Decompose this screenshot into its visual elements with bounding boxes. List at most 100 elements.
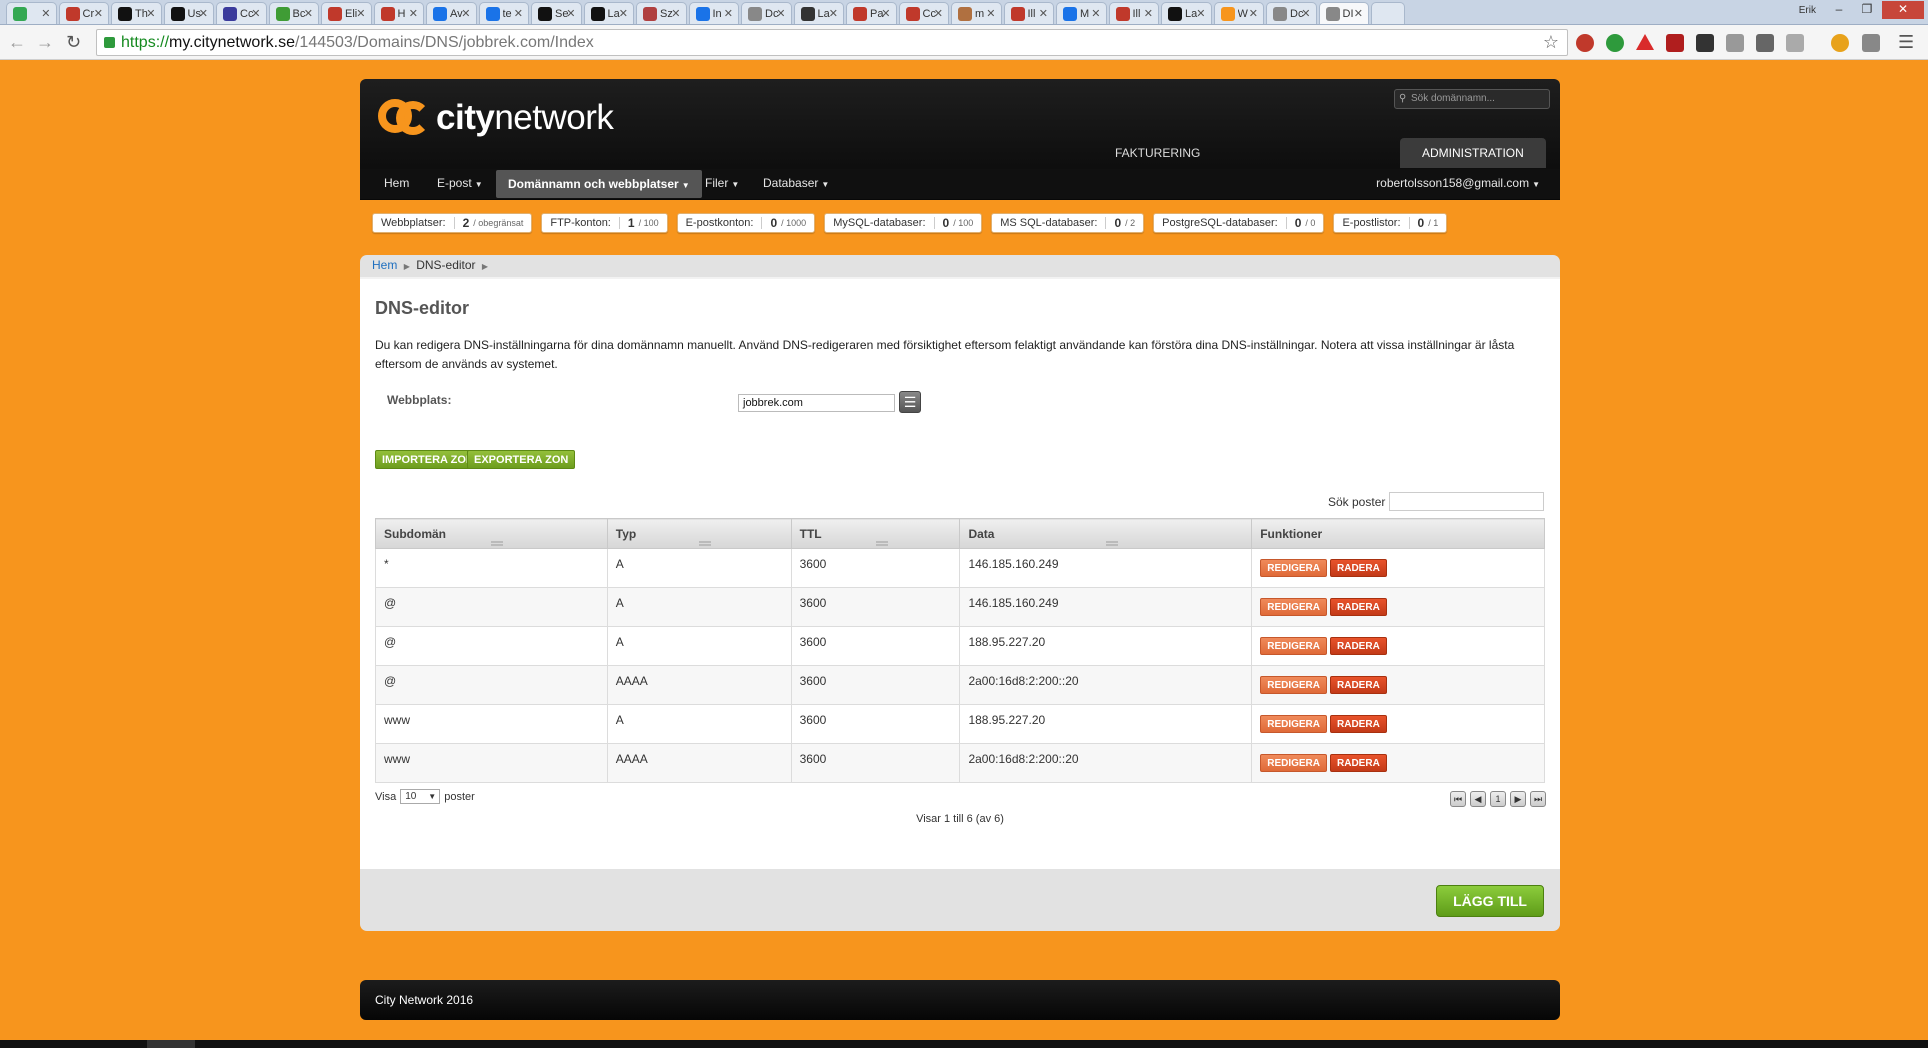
browser-tab[interactable]: ✕ bbox=[6, 2, 57, 24]
close-tab-icon[interactable]: ✕ bbox=[986, 7, 995, 20]
address-bar[interactable]: https://my.citynetwork.se/144503/Domains… bbox=[96, 29, 1568, 56]
delete-button[interactable]: RADERA bbox=[1330, 715, 1387, 733]
close-tab-icon[interactable]: ✕ bbox=[1196, 7, 1205, 20]
browser-tab[interactable]: Se ✕ bbox=[531, 2, 582, 24]
delete-button[interactable]: RADERA bbox=[1330, 598, 1387, 616]
close-tab-icon[interactable]: ✕ bbox=[514, 7, 523, 20]
extension-disguise-icon[interactable] bbox=[1696, 34, 1714, 52]
browser-tab[interactable]: te ✕ bbox=[478, 2, 529, 24]
browser-tab[interactable]: La ✕ bbox=[583, 2, 634, 24]
browser-tab[interactable]: Dc ✕ bbox=[1266, 2, 1317, 24]
browser-tab[interactable]: Cr ✕ bbox=[58, 2, 109, 24]
extension-opera-icon[interactable] bbox=[1576, 34, 1594, 52]
edit-button[interactable]: REDIGERA bbox=[1260, 637, 1328, 655]
delete-button[interactable]: RADERA bbox=[1330, 559, 1387, 577]
extension-keyboard-icon[interactable] bbox=[1726, 34, 1744, 52]
tab-billing[interactable]: FAKTURERING bbox=[1093, 138, 1222, 168]
close-tab-icon[interactable]: ✕ bbox=[41, 7, 50, 20]
search-records-input[interactable] bbox=[1389, 492, 1544, 511]
extension-pdf-icon[interactable] bbox=[1666, 34, 1684, 52]
close-tab-icon[interactable]: ✕ bbox=[829, 7, 838, 20]
browser-tab[interactable]: Ill ✕ bbox=[1108, 2, 1159, 24]
previous-page-icon[interactable]: ◀ bbox=[1470, 791, 1486, 807]
browser-tab[interactable]: W ✕ bbox=[1213, 2, 1264, 24]
edit-button[interactable]: REDIGERA bbox=[1260, 715, 1328, 733]
page-length-select[interactable]: 10 ▼ bbox=[400, 789, 441, 804]
extension-orange-icon[interactable] bbox=[1831, 34, 1849, 52]
extension-h-icon[interactable] bbox=[1756, 34, 1774, 52]
nav-email[interactable]: E-post ▼ bbox=[425, 169, 495, 197]
domain-search-input[interactable]: ⚲ Sök domännamn... bbox=[1394, 89, 1550, 109]
browser-tab[interactable]: Bc ✕ bbox=[268, 2, 319, 24]
browser-tab[interactable]: Ill ✕ bbox=[1003, 2, 1054, 24]
add-record-button[interactable]: LÄGG TILL bbox=[1436, 885, 1544, 917]
browser-tab[interactable]: m ✕ bbox=[951, 2, 1002, 24]
close-tab-icon[interactable]: ✕ bbox=[1039, 7, 1048, 20]
close-tab-icon[interactable]: ✕ bbox=[304, 7, 313, 20]
browser-tab[interactable]: Dc ✕ bbox=[741, 2, 792, 24]
close-tab-icon[interactable]: ✕ bbox=[199, 7, 208, 20]
profile-name[interactable]: Erik bbox=[1799, 5, 1816, 16]
website-input[interactable]: jobbrek.com bbox=[738, 394, 895, 412]
new-tab-button[interactable] bbox=[1371, 2, 1405, 24]
taskbar-button[interactable] bbox=[147, 1040, 195, 1048]
close-tab-icon[interactable]: ✕ bbox=[94, 7, 103, 20]
edit-button[interactable]: REDIGERA bbox=[1260, 559, 1328, 577]
close-tab-icon[interactable]: ✕ bbox=[1301, 7, 1310, 20]
close-tab-icon[interactable]: ✕ bbox=[776, 7, 785, 20]
close-tab-icon[interactable]: ✕ bbox=[356, 7, 365, 20]
close-tab-icon[interactable]: ✕ bbox=[409, 7, 418, 20]
close-tab-icon[interactable]: ✕ bbox=[881, 7, 890, 20]
export-zone-button[interactable]: EXPORTERA ZON bbox=[467, 450, 576, 469]
delete-button[interactable]: RADERA bbox=[1330, 676, 1387, 694]
browser-tab[interactable]: DI ✕ bbox=[1318, 2, 1369, 24]
close-tab-icon[interactable]: ✕ bbox=[1249, 7, 1258, 20]
extension-evernote-icon[interactable] bbox=[1606, 34, 1624, 52]
back-arrow-icon[interactable]: ← bbox=[8, 32, 26, 53]
browser-tab[interactable]: Eli ✕ bbox=[321, 2, 372, 24]
close-tab-icon[interactable]: ✕ bbox=[146, 7, 155, 20]
page-number-button[interactable]: 1 bbox=[1490, 791, 1506, 807]
maximize-icon[interactable]: ❐ bbox=[1854, 1, 1880, 19]
close-tab-icon[interactable]: ✕ bbox=[1091, 7, 1100, 20]
close-tab-icon[interactable]: ✕ bbox=[251, 7, 260, 20]
account-menu[interactable]: robertolsson158@gmail.com ▼ bbox=[1364, 169, 1552, 197]
breadcrumb-home-link[interactable]: Hem bbox=[372, 258, 397, 272]
delete-button[interactable]: RADERA bbox=[1330, 637, 1387, 655]
bookmark-star-icon[interactable]: ☆ bbox=[1543, 30, 1559, 55]
edit-button[interactable]: REDIGERA bbox=[1260, 676, 1328, 694]
browser-tab[interactable]: Pa ✕ bbox=[846, 2, 897, 24]
close-tab-icon[interactable]: ✕ bbox=[566, 7, 575, 20]
menu-icon[interactable]: ☰ bbox=[1898, 32, 1914, 53]
browser-tab[interactable]: Cc ✕ bbox=[216, 2, 267, 24]
browser-tab[interactable]: M ✕ bbox=[1056, 2, 1107, 24]
next-page-icon[interactable]: ▶ bbox=[1510, 791, 1526, 807]
close-tab-icon[interactable]: ✕ bbox=[1144, 7, 1153, 20]
edit-button[interactable]: REDIGERA bbox=[1260, 754, 1328, 772]
close-tab-icon[interactable]: ✕ bbox=[671, 7, 680, 20]
forward-arrow-icon[interactable]: → bbox=[36, 32, 54, 53]
column-header-data[interactable]: Data bbox=[959, 518, 1253, 549]
close-window-icon[interactable]: ✕ bbox=[1882, 1, 1924, 19]
nav-files[interactable]: Filer ▼ bbox=[693, 169, 751, 197]
minimize-icon[interactable]: – bbox=[1826, 1, 1852, 19]
browser-tab[interactable]: Th ✕ bbox=[111, 2, 162, 24]
import-zone-button[interactable]: IMPORTERA ZON bbox=[375, 450, 481, 469]
extension-v-icon[interactable] bbox=[1786, 34, 1804, 52]
browser-tab[interactable]: La ✕ bbox=[1161, 2, 1212, 24]
citynetwork-logo[interactable]: citynetwork bbox=[376, 95, 614, 141]
column-header-subdomain[interactable]: Subdomän bbox=[375, 518, 608, 549]
close-tab-icon[interactable]: ✕ bbox=[619, 7, 628, 20]
first-page-icon[interactable]: ⏮ bbox=[1450, 791, 1466, 807]
browser-tab[interactable]: H ✕ bbox=[373, 2, 424, 24]
column-header-ttl[interactable]: TTL bbox=[790, 518, 961, 549]
column-header-type[interactable]: Typ bbox=[606, 518, 792, 549]
extension-a-icon[interactable] bbox=[1862, 34, 1880, 52]
browser-tab[interactable]: Cc ✕ bbox=[898, 2, 949, 24]
nav-domains[interactable]: Domännamn och webbplatser ▼ bbox=[496, 170, 702, 198]
nav-home[interactable]: Hem bbox=[372, 169, 421, 197]
close-tab-icon[interactable]: ✕ bbox=[461, 7, 470, 20]
nav-databases[interactable]: Databaser ▼ bbox=[751, 169, 841, 197]
close-tab-icon[interactable]: ✕ bbox=[724, 7, 733, 20]
extension-triangle-icon[interactable] bbox=[1636, 34, 1654, 50]
